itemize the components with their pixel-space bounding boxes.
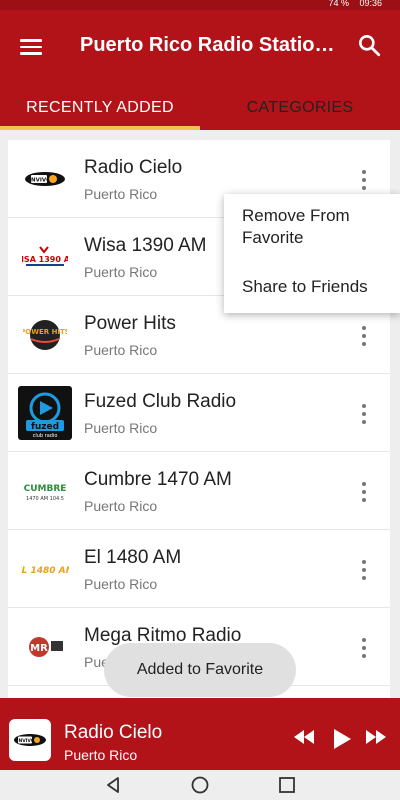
now-playing-title: Radio Cielo [64, 722, 163, 743]
radio-cielo-logo: ENVIVO [18, 152, 72, 206]
svg-text:POWER HITS: POWER HITS [23, 328, 67, 336]
now-playing-bar[interactable]: ENVIVO Radio Cielo Puerto Rico [0, 698, 400, 770]
more-options-icon[interactable] [352, 558, 376, 582]
fuzed-logo: fuzed club radio [18, 386, 72, 440]
svg-text:MR: MR [30, 643, 48, 654]
remove-from-favorite-option[interactable]: Remove From Favorite [242, 205, 350, 249]
wisa-logo: WISA 1390 AM [18, 230, 72, 284]
more-options-icon[interactable] [352, 168, 376, 192]
now-playing-logo: ENVIVO [9, 719, 51, 761]
tab-bar: RECENTLY ADDED CATEGORIES [0, 85, 400, 130]
share-to-friends-option[interactable]: Share to Friends [242, 276, 368, 298]
active-tab-indicator [0, 126, 200, 130]
svg-text:fuzed: fuzed [31, 422, 59, 432]
svg-text:ENVIVO: ENVIVO [27, 178, 51, 184]
tab-categories[interactable]: CATEGORIES [200, 85, 400, 130]
station-location: Puerto Rico [84, 264, 158, 280]
station-location: Puerto Rico [84, 342, 158, 358]
svg-text:WISA 1390 AM: WISA 1390 AM [22, 255, 68, 264]
station-location: Puerto Rico [84, 576, 158, 592]
search-icon[interactable] [356, 32, 386, 62]
home-icon[interactable] [191, 776, 209, 799]
station-name: Power Hits [84, 313, 176, 334]
svg-text:club radio: club radio [33, 433, 58, 439]
svg-text:EL 1480 AM: EL 1480 AM [21, 566, 69, 576]
mega-ritmo-logo: MR [18, 620, 72, 674]
more-options-icon[interactable] [352, 402, 376, 426]
station-location: Puerto Rico [84, 420, 158, 436]
toast-message: Added to Favorite [104, 643, 296, 697]
recent-apps-icon[interactable] [278, 776, 296, 799]
svg-text:1470 AM 104.5: 1470 AM 104.5 [26, 496, 64, 502]
battery-level: 74 % [328, 0, 349, 8]
app-bar: Puerto Rico Radio Statio… RECENTLY ADDED… [0, 10, 400, 130]
fast-forward-icon[interactable] [364, 728, 388, 751]
rewind-icon[interactable] [292, 728, 316, 751]
station-name: Radio Cielo [84, 157, 183, 178]
now-playing-subtitle: Puerto Rico [64, 747, 138, 763]
context-menu: Remove From Favorite Share to Friends [224, 194, 400, 313]
station-name: Fuzed Club Radio [84, 391, 237, 412]
station-name: Cumbre 1470 AM [84, 469, 232, 490]
status-bar: 74 % 09:36 [0, 0, 400, 10]
back-icon[interactable] [104, 776, 122, 799]
more-options-icon[interactable] [352, 636, 376, 660]
station-name: Wisa 1390 AM [84, 235, 207, 256]
app-title: Puerto Rico Radio Statio… [80, 34, 335, 56]
power-hits-logo: POWER HITS [18, 308, 72, 362]
svg-text:ENVIVO: ENVIVO [15, 738, 34, 744]
tab-recently-added[interactable]: RECENTLY ADDED [0, 85, 200, 130]
more-options-icon[interactable] [352, 480, 376, 504]
menu-icon[interactable] [18, 36, 44, 58]
station-row[interactable]: fuzed club radio Fuzed Club Radio Puerto… [8, 374, 390, 452]
play-icon[interactable] [332, 728, 352, 755]
svg-text:CUMBRE: CUMBRE [24, 484, 67, 494]
clock: 09:36 [359, 0, 382, 8]
station-name: El 1480 AM [84, 547, 182, 568]
more-options-icon[interactable] [352, 324, 376, 348]
station-row[interactable]: EL 1480 AM El 1480 AM Puerto Rico [8, 530, 390, 608]
el-1480-logo: EL 1480 AM [18, 542, 72, 596]
station-location: Puerto Rico [84, 498, 158, 514]
cumbre-logo: CUMBRE 1470 AM 104.5 [18, 464, 72, 518]
station-row[interactable]: CUMBRE 1470 AM 104.5 Cumbre 1470 AM Puer… [8, 452, 390, 530]
system-navigation-bar [0, 770, 400, 800]
station-location: Puerto Rico [84, 186, 158, 202]
